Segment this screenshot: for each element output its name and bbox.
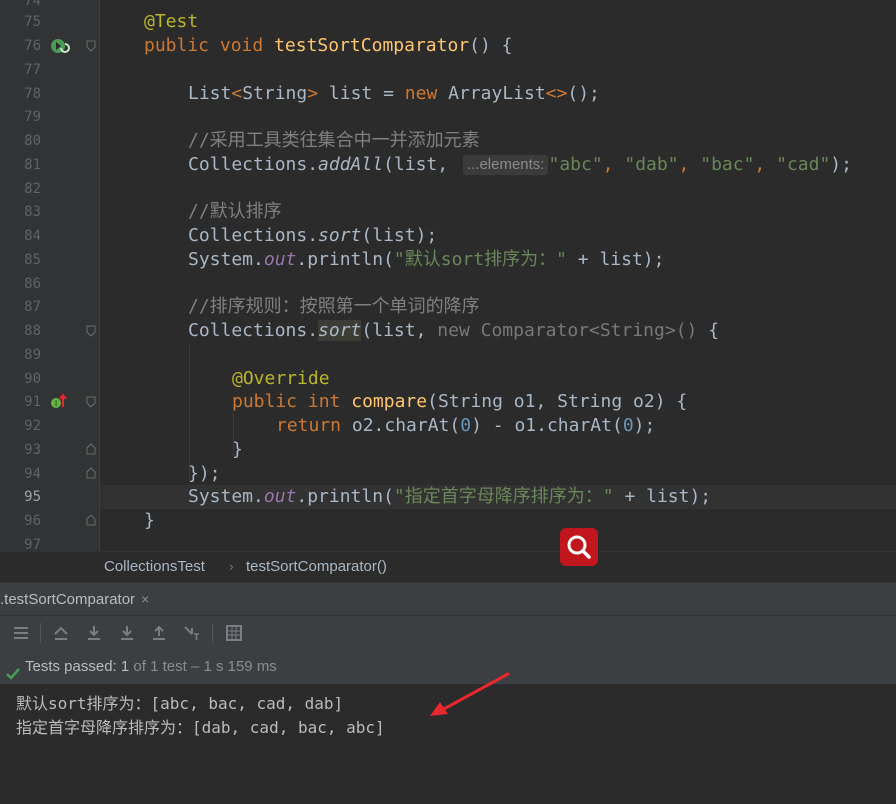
line-number: 82 [24, 181, 41, 197]
run-tab-label: .testSortComparator [0, 591, 136, 608]
line-number: 97 [24, 537, 41, 551]
line-number: 87 [24, 299, 41, 315]
code-line-96[interactable]: } [100, 509, 155, 533]
line-number: 92 [24, 418, 41, 434]
fold-icon[interactable] [86, 325, 96, 337]
code-line-92[interactable]: return o2.charAt(0) - o1.charAt(0); [100, 414, 655, 438]
breadcrumb-method[interactable]: testSortComparator() [246, 558, 387, 575]
line-number: 93 [24, 442, 41, 458]
line-number: 89 [24, 347, 41, 363]
line-number: 84 [24, 228, 41, 244]
implements-method-icon[interactable]: I [50, 393, 70, 411]
code-line-78[interactable]: List<String> list = new ArrayList<>(); [100, 82, 600, 106]
run-tab[interactable]: .testSortComparator × [0, 583, 157, 615]
import-tests-icon[interactable] [85, 624, 103, 642]
line-number: 94 [24, 466, 41, 482]
code-line-95[interactable]: System.out.println("指定首字母降序排序为：" + list)… [100, 485, 711, 509]
code-line-85[interactable]: System.out.println("默认sort排序为：" + list); [100, 248, 665, 272]
fold-icon[interactable] [86, 443, 96, 455]
line-number: 81 [24, 157, 41, 173]
code-line-83[interactable]: //默认排序 [100, 200, 282, 224]
line-number: 79 [24, 109, 41, 125]
line-number: 86 [24, 276, 41, 292]
line-number: 80 [24, 133, 41, 149]
code-line-87[interactable]: //排序规则：按照第一个单词的降序 [100, 295, 480, 319]
output-line: 默认sort排序为：[abc, bac, cad, dab] [16, 694, 344, 713]
line-number-current: 95 [24, 489, 41, 505]
parameter-hint: ...elements: [462, 155, 549, 175]
line-number: 85 [24, 252, 41, 268]
line-number: 90 [24, 371, 41, 387]
line-number: 91 [24, 394, 41, 410]
line-number: 88 [24, 323, 41, 339]
code-editor[interactable]: 74 75 76 77 78 79 80 81 82 83 84 85 86 8… [0, 0, 896, 551]
code-line-93[interactable]: } [100, 438, 243, 462]
code-line-81[interactable]: Collections.addAll(list, ...elements: "ab… [100, 153, 852, 177]
sort-icon[interactable] [52, 624, 70, 642]
line-number: 78 [24, 86, 41, 102]
fold-icon[interactable] [86, 396, 96, 408]
download-icon[interactable] [118, 624, 136, 642]
filter-icon[interactable] [183, 624, 201, 642]
svg-text:I: I [55, 399, 57, 408]
close-icon[interactable]: × [141, 591, 149, 607]
fold-icon[interactable] [86, 467, 96, 479]
line-number: 96 [24, 513, 41, 529]
code-line-75[interactable]: @Test [100, 10, 198, 34]
breadcrumb-separator: › [229, 558, 234, 574]
arrow-annotation [430, 672, 510, 716]
upload-icon[interactable] [150, 624, 168, 642]
run-toolbar [0, 615, 896, 651]
code-line-88[interactable]: Collections.sort(list, new Comparator<St… [100, 319, 719, 343]
layout-icon[interactable] [225, 624, 243, 642]
line-number: 76 [24, 38, 41, 54]
test-status-text: Tests passed: 1 of 1 test – 1 s 159 ms [25, 658, 277, 675]
code-line-84[interactable]: Collections.sort(list); [100, 224, 437, 248]
fold-icon[interactable] [86, 40, 96, 52]
search-icon[interactable] [560, 528, 598, 566]
code-line-76[interactable]: public void testSortComparator() { [100, 34, 513, 58]
run-tab-bar: .testSortComparator × [0, 582, 896, 615]
code-line-90[interactable]: @Override [100, 367, 330, 391]
code-line-91[interactable]: public int compare(String o1, String o2)… [100, 390, 687, 414]
line-number: 75 [24, 14, 41, 30]
breadcrumb: CollectionsTest › testSortComparator() [0, 551, 896, 583]
code-line-80[interactable]: //采用工具类往集合中一并添加元素 [100, 129, 480, 153]
line-number: 83 [24, 204, 41, 220]
menu-icon[interactable] [12, 624, 30, 642]
toolbar-separator [40, 623, 41, 643]
line-number: 77 [24, 62, 41, 78]
breadcrumb-class[interactable]: CollectionsTest [104, 558, 205, 575]
run-test-icon[interactable] [50, 37, 70, 55]
toolbar-separator [212, 623, 213, 643]
fold-icon[interactable] [86, 514, 96, 526]
output-line: 指定首字母降序排序为：[dab, cad, bac, abc] [16, 718, 385, 737]
code-line-94[interactable]: }); [100, 462, 221, 486]
